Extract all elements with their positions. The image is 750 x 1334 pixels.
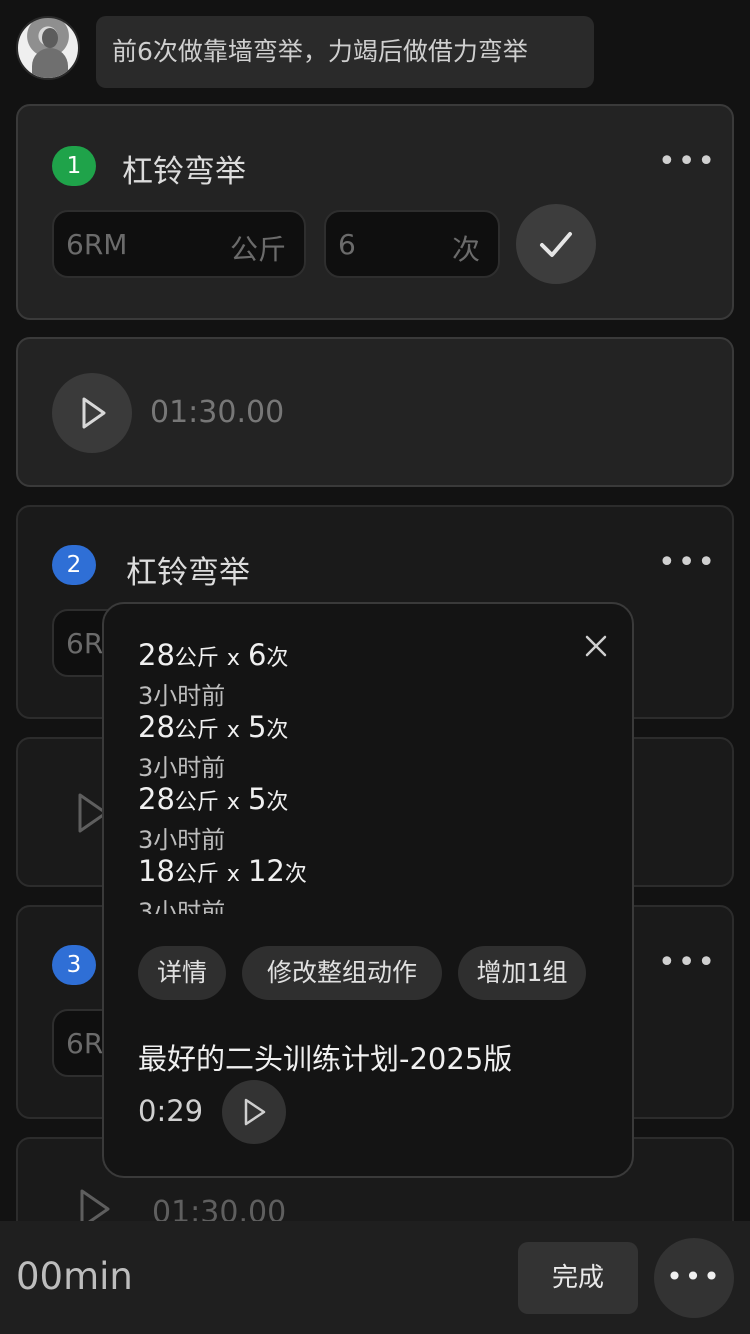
history-entry: 28公斤 x 5次 3小时前: [138, 782, 558, 854]
history-set: 28公斤 x 5次: [138, 782, 289, 816]
elapsed-time: 00min: [16, 1255, 133, 1298]
rest-timer-card-1: 01:30.00: [16, 337, 734, 487]
exercise-title: 杠铃弯举: [126, 555, 250, 591]
exercise-note: 前6次做靠墙弯举，力竭后做借力弯举: [96, 16, 594, 88]
rest-timer-text: 01:30.00: [150, 395, 285, 430]
checkmark-icon: [540, 232, 572, 257]
more-icon[interactable]: •••: [658, 545, 717, 580]
history-set: 28公斤 x 6次: [138, 638, 289, 672]
avatar-head-shape: [42, 28, 58, 48]
reps-field[interactable]: 6 次: [324, 210, 500, 278]
avatar[interactable]: [16, 16, 80, 80]
weight-value: 6RM: [66, 228, 128, 261]
exercise-card-1: 1 杠铃弯举 ••• 6RM 公斤 6 次: [16, 104, 734, 320]
exercise-title: 杠铃弯举: [122, 154, 246, 190]
close-icon: [585, 635, 607, 657]
play-icon: [82, 397, 106, 429]
exercise-history-popup: 28公斤 x 6次 3小时前 28公斤 x 5次 3小时前 28公斤 x 5次 3小时前 1…: [102, 602, 634, 1178]
complete-set-button[interactable]: [516, 204, 596, 284]
avatar-torso-shape: [32, 48, 68, 78]
bottom-bar: 00min 完成 •••: [0, 1221, 750, 1334]
start-rest-button[interactable]: [52, 373, 132, 453]
history-list: 28公斤 x 6次 3小时前 28公斤 x 5次 3小时前 28公斤 x 5次 3小时前 1…: [138, 638, 558, 914]
details-button[interactable]: 详情: [138, 946, 226, 1000]
edit-group-button[interactable]: 修改整组动作: [242, 946, 442, 1000]
reps-value: 6: [338, 228, 356, 261]
history-time: 3小时前: [138, 898, 226, 914]
exercise-index-badge: 2: [52, 545, 96, 585]
history-time: 3小时前: [138, 754, 226, 782]
history-time: 3小时前: [138, 682, 226, 710]
play-video-button[interactable]: [222, 1080, 286, 1144]
finish-button[interactable]: 完成: [518, 1242, 638, 1314]
play-icon: [244, 1098, 266, 1126]
video-duration: 0:29: [138, 1094, 204, 1128]
weight-value: 6R: [66, 627, 104, 660]
exercise-index-badge: 1: [52, 146, 96, 186]
reps-unit: 次: [451, 233, 480, 266]
history-set: 18公斤 x 12次: [138, 854, 307, 888]
exercise-index-badge: 3: [52, 945, 96, 985]
plan-title[interactable]: 最好的二头训练计划-2025版: [138, 1036, 512, 1078]
weight-unit: 公斤: [229, 233, 286, 266]
history-set: 28公斤 x 5次: [138, 710, 289, 744]
history-entry: 28公斤 x 5次 3小时前: [138, 710, 558, 782]
add-set-button[interactable]: 增加1组: [458, 946, 586, 1000]
history-entry: 28公斤 x 6次 3小时前: [138, 638, 558, 710]
weight-field[interactable]: 6RM 公斤: [52, 210, 306, 278]
history-time: 3小时前: [138, 826, 226, 854]
more-icon[interactable]: •••: [658, 945, 717, 980]
close-button[interactable]: [578, 628, 614, 664]
weight-value: 6R: [66, 1027, 104, 1060]
more-icon[interactable]: •••: [658, 144, 717, 179]
history-entry: 18公斤 x 12次 3小时前: [138, 854, 558, 914]
more-options-button[interactable]: •••: [654, 1238, 734, 1318]
